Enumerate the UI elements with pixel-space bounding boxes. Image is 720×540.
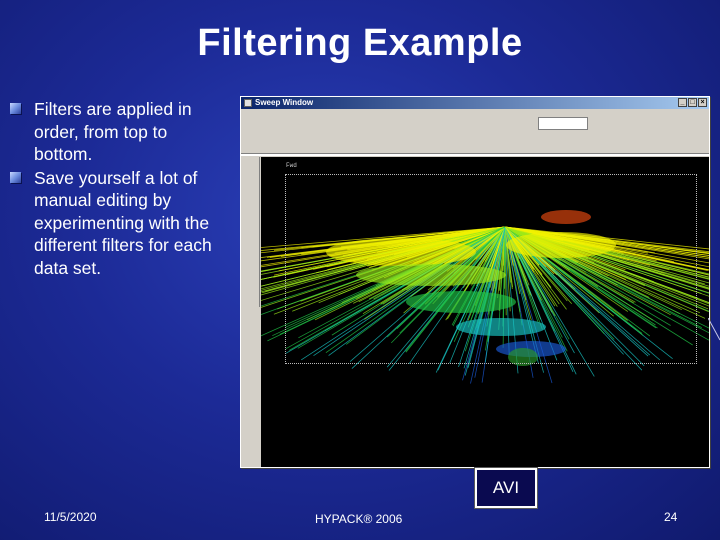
bullet-item: Save yourself a lot of manual editing by… [8,167,230,280]
app-icon [244,99,252,107]
window-divider [241,153,709,156]
window-controls: _ □ × [678,98,707,107]
bullet-text: Save yourself a lot of manual editing by… [34,167,212,278]
decorative-line [708,318,720,341]
footer-product: HYPACK® 2006 [315,512,403,526]
window-input-field[interactable] [538,117,588,130]
bullet-list: Filters are applied in order, from top t… [8,98,230,280]
plot-frame [285,174,697,364]
window-title: Sweep Window [255,98,314,107]
close-button[interactable]: × [698,98,707,107]
bullet-text: Filters are applied in order, from top t… [34,99,192,164]
sweep-plot-area[interactable]: Fwd [261,157,709,467]
minimize-button[interactable]: _ [678,98,687,107]
avi-button[interactable]: AVI [474,467,538,509]
square-bullet-icon [10,171,21,183]
footer-page-number: 24 [664,510,678,524]
sweep-window[interactable]: Sweep Window _ □ × Fwd [240,96,710,468]
square-bullet-icon [10,103,21,114]
footer-date: 11/5/2020 [44,510,97,524]
window-titlebar[interactable]: Sweep Window _ □ × [241,97,709,109]
maximize-button[interactable]: □ [688,98,697,107]
bullet-item: Filters are applied in order, from top t… [8,98,230,166]
window-side-panel [241,157,260,307]
slide-title: Filtering Example [197,22,523,64]
plot-label: Fwd [286,162,297,169]
avi-button-label: AVI [492,478,520,497]
